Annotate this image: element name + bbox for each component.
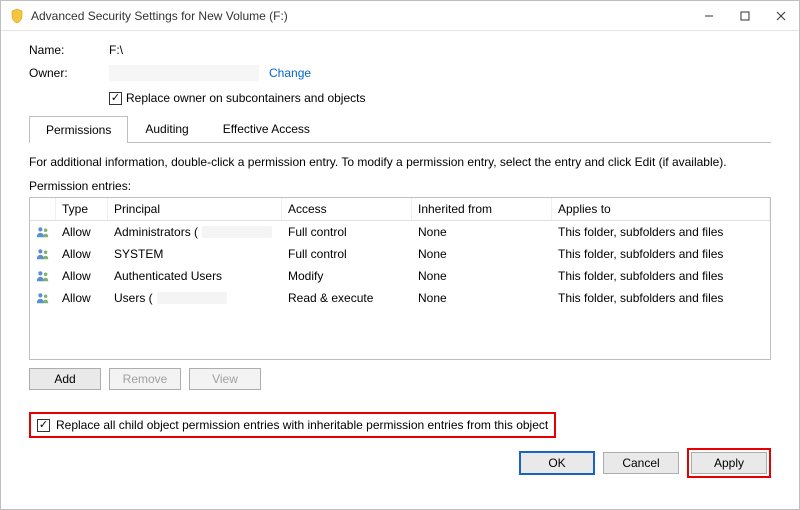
replace-child-checkbox[interactable] xyxy=(37,419,50,432)
users-icon xyxy=(30,223,56,241)
cell-applies: This folder, subfolders and files xyxy=(552,289,770,307)
entry-buttons: Add Remove View xyxy=(29,368,771,390)
cell-type: Allow xyxy=(56,245,108,263)
name-row: Name: F:\ xyxy=(29,43,771,57)
cell-principal: Administrators ( xyxy=(108,223,282,241)
col-type[interactable]: Type xyxy=(56,198,108,220)
cell-access: Full control xyxy=(282,245,412,263)
replace-child-row: Replace all child object permission entr… xyxy=(29,412,556,438)
owner-row: Owner: Change xyxy=(29,65,771,81)
tab-permissions[interactable]: Permissions xyxy=(29,116,128,143)
add-button[interactable]: Add xyxy=(29,368,101,390)
cell-type: Allow xyxy=(56,223,108,241)
name-label: Name: xyxy=(29,43,109,57)
users-icon xyxy=(30,289,56,307)
ok-button[interactable]: OK xyxy=(519,451,595,475)
cell-access: Read & execute xyxy=(282,289,412,307)
titlebar: Advanced Security Settings for New Volum… xyxy=(1,1,799,31)
cell-principal: Users ( xyxy=(108,289,282,307)
tab-auditing[interactable]: Auditing xyxy=(128,115,205,142)
cell-access: Full control xyxy=(282,223,412,241)
table-header: Type Principal Access Inherited from App… xyxy=(30,198,770,221)
permissions-table: Type Principal Access Inherited from App… xyxy=(29,197,771,360)
info-text: For additional information, double-click… xyxy=(29,155,771,169)
remove-button: Remove xyxy=(109,368,181,390)
apply-button[interactable]: Apply xyxy=(691,452,767,474)
col-icon[interactable] xyxy=(30,198,56,220)
col-inherited[interactable]: Inherited from xyxy=(412,198,552,220)
entries-label: Permission entries: xyxy=(29,179,771,193)
col-access[interactable]: Access xyxy=(282,198,412,220)
cell-applies: This folder, subfolders and files xyxy=(552,223,770,241)
table-row[interactable]: AllowAuthenticated UsersModifyNoneThis f… xyxy=(30,265,770,287)
replace-child-label: Replace all child object permission entr… xyxy=(56,418,548,432)
window-title: Advanced Security Settings for New Volum… xyxy=(31,9,691,23)
users-icon xyxy=(30,267,56,285)
apply-highlight: Apply xyxy=(687,448,771,478)
maximize-button[interactable] xyxy=(727,2,763,30)
view-button: View xyxy=(189,368,261,390)
security-settings-window: Advanced Security Settings for New Volum… xyxy=(0,0,800,510)
cell-applies: This folder, subfolders and files xyxy=(552,245,770,263)
users-icon xyxy=(30,245,56,263)
owner-value xyxy=(109,65,259,81)
cell-inherited: None xyxy=(412,267,552,285)
col-principal[interactable]: Principal xyxy=(108,198,282,220)
replace-owner-row: Replace owner on subcontainers and objec… xyxy=(109,91,771,105)
owner-label: Owner: xyxy=(29,66,109,80)
cell-inherited: None xyxy=(412,289,552,307)
cell-access: Modify xyxy=(282,267,412,285)
cell-type: Allow xyxy=(56,289,108,307)
col-applies[interactable]: Applies to xyxy=(552,198,770,220)
tab-effective-access[interactable]: Effective Access xyxy=(206,115,327,142)
blurred-text xyxy=(157,292,227,304)
table-row[interactable]: AllowUsers (Read & executeNoneThis folde… xyxy=(30,287,770,309)
close-button[interactable] xyxy=(763,2,799,30)
cell-principal: Authenticated Users xyxy=(108,267,282,285)
cell-inherited: None xyxy=(412,245,552,263)
content-area: Name: F:\ Owner: Change Replace owner on… xyxy=(1,31,799,509)
cell-principal: SYSTEM xyxy=(108,245,282,263)
name-value: F:\ xyxy=(109,43,123,57)
change-owner-link[interactable]: Change xyxy=(269,66,311,80)
cell-inherited: None xyxy=(412,223,552,241)
minimize-button[interactable] xyxy=(691,2,727,30)
replace-owner-label: Replace owner on subcontainers and objec… xyxy=(126,91,365,105)
table-pad xyxy=(30,309,770,359)
tabs: Permissions Auditing Effective Access xyxy=(29,115,771,143)
replace-owner-checkbox[interactable] xyxy=(109,92,122,105)
blurred-text xyxy=(202,226,272,238)
footer-buttons: OK Cancel Apply xyxy=(29,448,771,478)
cell-type: Allow xyxy=(56,267,108,285)
shield-icon xyxy=(9,8,25,24)
cancel-button[interactable]: Cancel xyxy=(603,452,679,474)
table-row[interactable]: AllowAdministrators (Full controlNoneThi… xyxy=(30,221,770,243)
table-row[interactable]: AllowSYSTEMFull controlNoneThis folder, … xyxy=(30,243,770,265)
cell-applies: This folder, subfolders and files xyxy=(552,267,770,285)
table-body: AllowAdministrators (Full controlNoneThi… xyxy=(30,221,770,309)
